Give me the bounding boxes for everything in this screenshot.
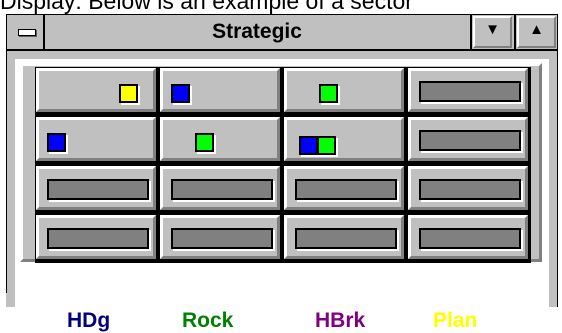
sector-cell[interactable] — [36, 68, 156, 112]
sector-cell[interactable] — [408, 68, 528, 112]
sector-grid — [35, 67, 531, 263]
sector-cell[interactable] — [36, 166, 156, 210]
window-client-area: HDg Rock HBrk Plan — [15, 59, 549, 332]
minimize-arrow-icon: ▼ — [485, 21, 500, 38]
maximize-button[interactable]: ▲ — [514, 15, 557, 49]
sector-cell[interactable] — [408, 117, 528, 161]
background-caption-text: Display: Below is an example of a sector — [0, 0, 413, 14]
strategic-window: Strategic ▼ ▲ HDg Rock HBrk Plan — [6, 14, 558, 332]
blue-unit-marker-icon — [299, 136, 318, 155]
empty-slot — [171, 228, 273, 249]
sector-cell[interactable] — [284, 166, 404, 210]
maximize-arrow-icon: ▲ — [529, 21, 544, 38]
empty-slot — [47, 228, 149, 249]
green-unit-marker-icon — [195, 133, 214, 152]
empty-slot — [47, 179, 149, 200]
legend-hdg: HDg — [67, 309, 111, 332]
blue-unit-marker-icon — [47, 133, 66, 152]
sector-cell[interactable] — [160, 117, 280, 161]
sector-cell[interactable] — [284, 215, 404, 259]
empty-slot — [419, 228, 521, 249]
empty-slot — [419, 130, 521, 151]
title-bar[interactable]: Strategic ▼ ▲ — [7, 15, 557, 51]
sector-cell[interactable] — [284, 117, 404, 161]
sector-cell[interactable] — [160, 68, 280, 112]
system-menu-icon — [18, 29, 36, 36]
sector-cell[interactable] — [160, 166, 280, 210]
window-bottom-edge — [6, 293, 12, 307]
legend-hbrk: HBrk — [315, 309, 366, 332]
sector-cell[interactable] — [408, 215, 528, 259]
minimize-button[interactable]: ▼ — [470, 15, 513, 49]
yellow-unit-marker-icon — [119, 84, 138, 103]
sector-cell[interactable] — [160, 215, 280, 259]
empty-slot — [295, 228, 397, 249]
blue-unit-marker-icon — [171, 84, 190, 103]
green-unit-marker-icon — [317, 136, 336, 155]
green-unit-marker-icon — [319, 84, 338, 103]
empty-slot — [295, 179, 397, 200]
window-title: Strategic — [212, 20, 302, 43]
empty-slot — [419, 179, 521, 200]
legend-plan: Plan — [433, 309, 478, 332]
sector-cell[interactable] — [284, 68, 404, 112]
empty-slot — [171, 179, 273, 200]
sector-cell[interactable] — [408, 166, 528, 210]
legend-rock: Rock — [182, 309, 234, 332]
empty-slot — [419, 81, 521, 102]
sector-cell[interactable] — [36, 117, 156, 161]
system-menu-button[interactable] — [7, 15, 45, 49]
sector-cell[interactable] — [36, 215, 156, 259]
